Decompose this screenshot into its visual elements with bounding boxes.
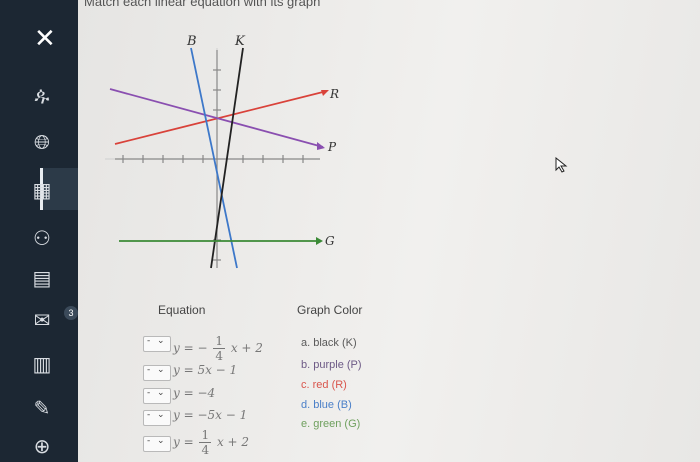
chevron-down-icon: ⌄ — [157, 365, 165, 375]
mouse-cursor-icon — [555, 157, 568, 173]
book-icon[interactable]: ▥ — [28, 350, 56, 378]
label-G: G — [325, 234, 335, 248]
label-R: R — [329, 87, 339, 101]
equation-text-5: y = 14 x + 2 — [173, 428, 250, 457]
chevron-down-icon: ⌄ — [157, 336, 165, 346]
chevron-down-icon: ⌄ — [157, 436, 165, 446]
option-a: a. black (K) — [301, 337, 357, 349]
equation-text-1: y = − 14 x + 2 — [173, 334, 263, 363]
label-B: B — [186, 34, 197, 49]
option-b: b. purple (P) — [301, 359, 362, 371]
equation-text-3: y = −4 — [173, 386, 216, 400]
answer-dropdown-3[interactable]: - ⌄ — [143, 388, 171, 404]
close-icon[interactable]: ✕ — [34, 24, 56, 54]
user-avatar-icon[interactable]: ዹ — [28, 80, 56, 108]
label-K: K — [234, 34, 246, 49]
option-c: c. red (R) — [301, 379, 347, 391]
help-icon[interactable]: ⊕ — [28, 432, 56, 460]
answer-dropdown-5[interactable]: - ⌄ — [143, 436, 171, 452]
calendar-icon[interactable]: ▤ — [28, 264, 56, 292]
chevron-down-icon: ⌄ — [157, 410, 165, 420]
globe-icon[interactable]: 🌐︎ — [28, 128, 56, 156]
arrow-P — [317, 142, 325, 150]
option-e: e. green (G) — [301, 418, 361, 430]
arrow-R — [321, 90, 329, 96]
line-blue-B — [190, 47, 238, 269]
notification-badge: 3 — [64, 306, 78, 320]
answer-dropdown-1[interactable]: - ⌄ — [143, 336, 171, 352]
option-d: d. blue (B) — [301, 399, 352, 411]
label-P: P — [327, 140, 337, 154]
equation-text-4: y = −5x − 1 — [173, 408, 248, 422]
mail-icon[interactable]: ✉ — [28, 306, 56, 334]
calculator-icon[interactable]: ▦ — [28, 176, 56, 204]
equation-column-header: Equation — [158, 303, 206, 317]
line-black-K — [210, 47, 244, 269]
edit-icon[interactable]: ✎ — [28, 394, 56, 422]
sidebar: ✕ ዹ 🌐︎ ▦ ⚇ ▤ ✉ 3 ▥ ✎ ⊕ — [0, 0, 81, 462]
answer-dropdown-2[interactable]: - ⌄ — [143, 365, 171, 381]
answer-dropdown-4[interactable]: - ⌄ — [143, 410, 171, 426]
page-title: Match each linear equation with its grap… — [84, 0, 321, 9]
chevron-down-icon: ⌄ — [157, 388, 165, 398]
equation-text-2: y = 5x − 1 — [173, 363, 238, 377]
linear-graph: B K R P G — [105, 34, 339, 269]
people-icon[interactable]: ⚇ — [28, 224, 56, 252]
graph-color-column-header: Graph Color — [297, 303, 363, 317]
arrow-G — [316, 237, 323, 245]
